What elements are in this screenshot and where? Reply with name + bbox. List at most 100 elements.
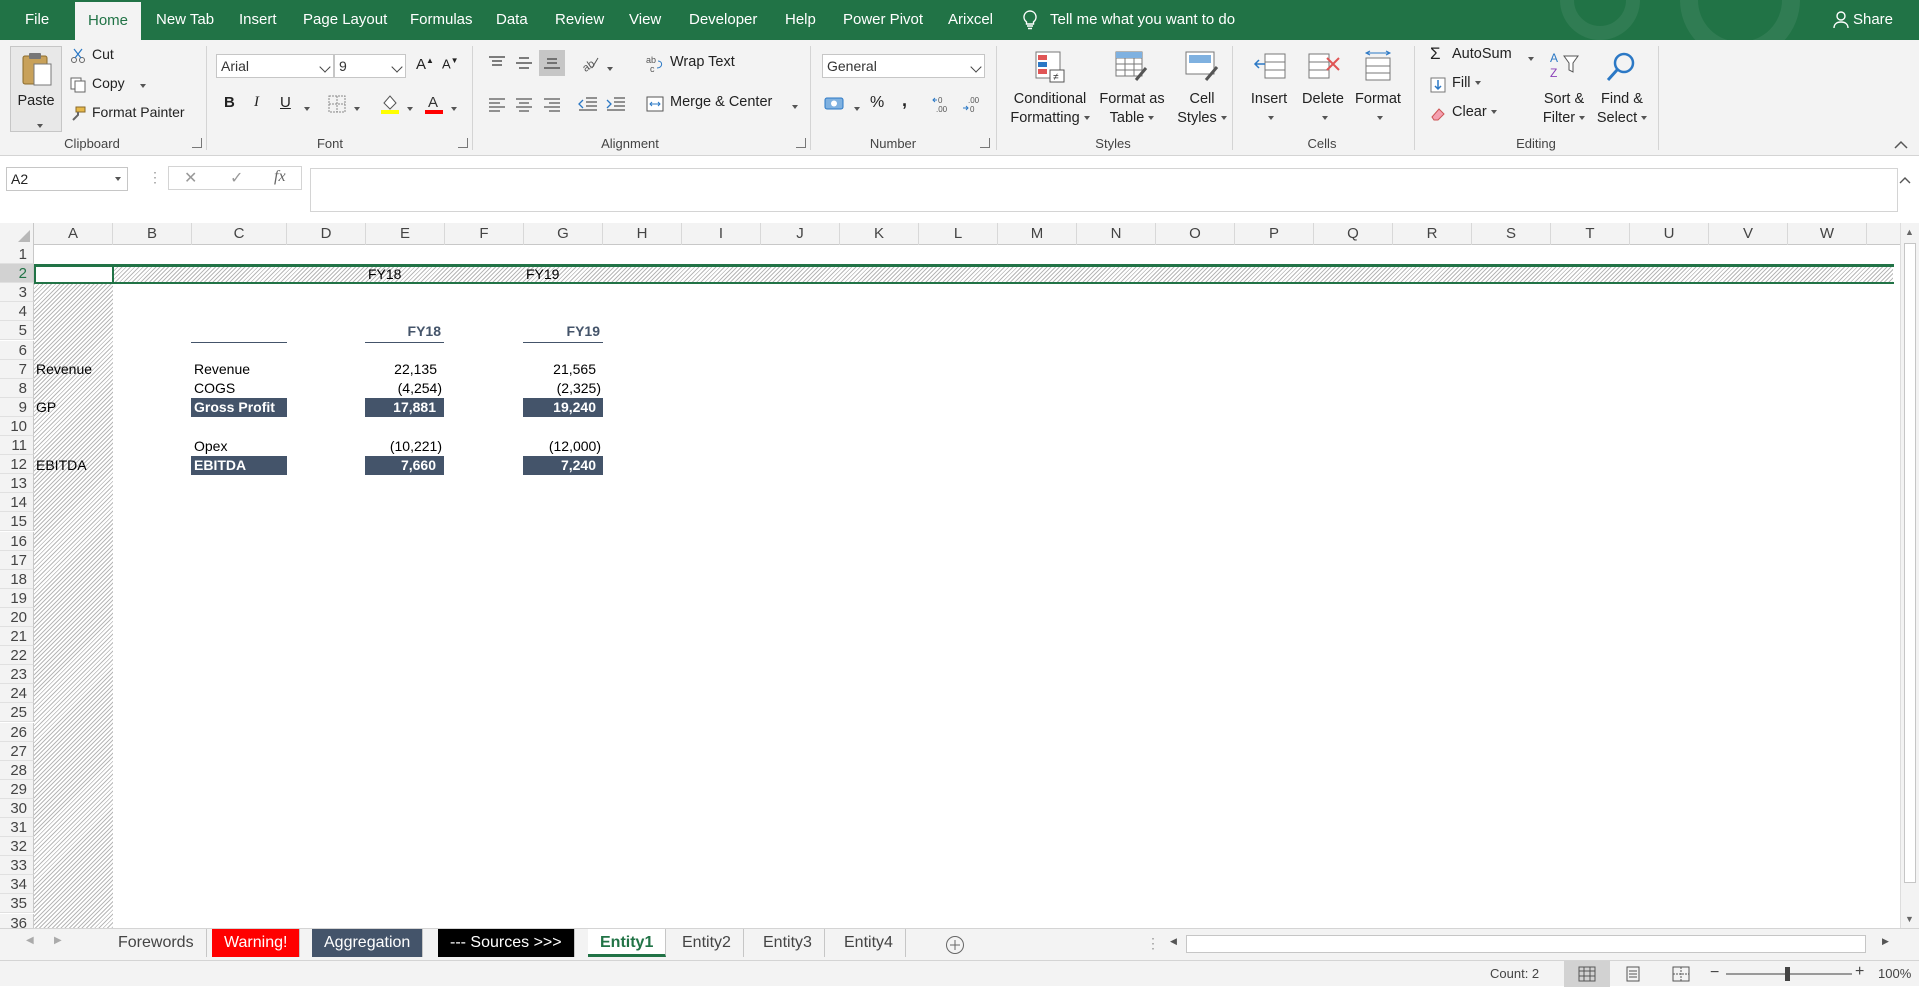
conditional-formatting-button[interactable]: ≠ Conditional Formatting: [1006, 46, 1094, 134]
column-header-k[interactable]: K: [840, 223, 919, 245]
row-header-1[interactable]: 1: [0, 245, 34, 264]
scroll-down-icon[interactable]: ▼: [1905, 914, 1914, 924]
cancel-icon[interactable]: ✕: [184, 168, 197, 188]
alignment-launcher-icon[interactable]: [796, 138, 806, 148]
row-header-9[interactable]: 9: [0, 397, 34, 417]
tab-file[interactable]: File: [12, 0, 62, 40]
underline-dropdown[interactable]: [300, 100, 310, 115]
decrease-decimal-icon[interactable]: .000: [962, 95, 984, 113]
row-header-32[interactable]: 32: [0, 837, 34, 857]
add-sheet-icon[interactable]: [945, 935, 965, 955]
row-header-19[interactable]: 19: [0, 588, 34, 608]
cell-c4[interactable]: [191, 322, 287, 343]
italic-button[interactable]: I: [254, 94, 259, 111]
sheet-tab-entity4[interactable]: Entity4: [832, 929, 906, 957]
cell-c11[interactable]: EBITDA: [191, 456, 287, 475]
find-select-button[interactable]: Find & Select: [1592, 46, 1652, 134]
worksheet-grid[interactable]: ABCDEFGHIJKLMNOPQRSTUVW 1 2 3 4 5 6 7 8 9 10 11 12 1…: [0, 223, 1900, 928]
row-header-14[interactable]: 14: [0, 493, 34, 513]
zoom-level[interactable]: 100%: [1878, 966, 1911, 981]
font-name-dropdown[interactable]: Arial: [216, 54, 334, 78]
cell-e10[interactable]: (10,221): [365, 437, 442, 456]
autosum-button[interactable]: Σ AutoSum: [1430, 44, 1536, 66]
align-middle-icon[interactable]: [515, 56, 533, 70]
column-header-l[interactable]: L: [919, 223, 998, 245]
row-header-25[interactable]: 25: [0, 703, 34, 723]
row-header-2[interactable]: 2: [0, 264, 34, 284]
row-header-8[interactable]: 8: [0, 378, 34, 398]
tab-arixcel[interactable]: Arixcel: [935, 0, 1006, 40]
number-format-dropdown[interactable]: General: [822, 54, 985, 78]
align-right-icon[interactable]: [543, 98, 561, 112]
tab-help[interactable]: Help: [772, 0, 829, 40]
column-header-p[interactable]: P: [1235, 223, 1314, 245]
cell-e11[interactable]: 7,660: [365, 456, 444, 475]
paste-button[interactable]: Paste: [10, 46, 62, 132]
format-as-table-button[interactable]: Format as Table: [1094, 46, 1170, 134]
sort-filter-button[interactable]: AZ Sort & Filter: [1536, 46, 1592, 134]
column-header-w[interactable]: W: [1788, 223, 1867, 245]
font-launcher-icon[interactable]: [458, 138, 468, 148]
horizontal-scrollbar[interactable]: [1186, 935, 1866, 953]
insert-function-icon[interactable]: fx: [274, 168, 286, 186]
cell-g8[interactable]: 19,240: [523, 398, 603, 417]
row-header-21[interactable]: 21: [0, 627, 34, 646]
align-bottom-button[interactable]: [539, 50, 565, 76]
row-header-20[interactable]: 20: [0, 607, 34, 627]
zoom-in-icon[interactable]: +: [1855, 963, 1864, 981]
zoom-out-icon[interactable]: −: [1710, 964, 1719, 982]
fill-button[interactable]: Fill: [1430, 75, 1510, 95]
currency-icon[interactable]: [824, 95, 846, 113]
cell-g7[interactable]: (2,325): [523, 379, 601, 398]
increase-decimal-icon[interactable]: 0.00: [932, 95, 954, 113]
cell-c8[interactable]: Gross Profit: [191, 398, 287, 417]
row-header-36[interactable]: 36: [0, 913, 34, 928]
font-size-dropdown[interactable]: 9: [334, 54, 406, 78]
row-header-34[interactable]: 34: [0, 875, 34, 895]
wrap-text-button[interactable]: ab c Wrap Text: [646, 54, 746, 74]
fill-color-icon[interactable]: [380, 93, 400, 115]
vertical-scroll-thumb[interactable]: [1904, 243, 1916, 883]
row-header-11[interactable]: 11: [0, 436, 34, 455]
next-sheet-icon[interactable]: ▶: [54, 935, 62, 946]
delete-cells-button[interactable]: Delete: [1298, 46, 1348, 134]
sheet-tab-entity3[interactable]: Entity3: [751, 929, 825, 957]
scroll-up-icon[interactable]: ▲: [1905, 227, 1914, 237]
cell-a8[interactable]: GP: [36, 398, 56, 417]
font-color-dropdown[interactable]: [447, 100, 457, 115]
tab-splitter-icon[interactable]: ⋮: [1146, 935, 1160, 952]
cell-c10[interactable]: Opex: [194, 437, 227, 456]
column-header-c[interactable]: C: [192, 223, 287, 245]
row-header-22[interactable]: 22: [0, 646, 34, 666]
orientation-icon[interactable]: ab: [580, 54, 600, 72]
column-header-f[interactable]: F: [445, 223, 524, 245]
number-launcher-icon[interactable]: [980, 138, 990, 148]
column-header-n[interactable]: N: [1077, 223, 1156, 245]
cell-e8[interactable]: 17,881: [365, 398, 444, 417]
column-header-e[interactable]: E: [366, 223, 445, 245]
tab-review[interactable]: Review: [542, 0, 617, 40]
row-header-15[interactable]: 15: [0, 512, 34, 532]
row-header-5[interactable]: 5: [0, 321, 34, 341]
row-header-18[interactable]: 18: [0, 569, 34, 589]
tab-formulas[interactable]: Formulas: [397, 0, 486, 40]
column-header-s[interactable]: S: [1472, 223, 1551, 245]
sheet-tab-warning[interactable]: Warning!: [212, 929, 301, 957]
column-header-u[interactable]: U: [1630, 223, 1709, 245]
column-header-r[interactable]: R: [1393, 223, 1472, 245]
cell-g6[interactable]: 21,565: [523, 360, 596, 379]
prev-sheet-icon[interactable]: ◀: [26, 935, 34, 946]
sheet-tab-aggregation[interactable]: Aggregation: [312, 929, 424, 957]
row-header-23[interactable]: 23: [0, 665, 34, 685]
tab-page-layout[interactable]: Page Layout: [290, 0, 400, 40]
cell-g4[interactable]: FY19: [523, 322, 603, 343]
row-header-24[interactable]: 24: [0, 684, 34, 704]
column-header-h[interactable]: H: [603, 223, 682, 245]
bold-button[interactable]: B: [224, 94, 235, 111]
percent-button[interactable]: %: [870, 94, 884, 112]
name-box[interactable]: A2: [6, 167, 128, 191]
decrease-font-icon[interactable]: A▼: [442, 56, 459, 71]
column-header-d[interactable]: D: [287, 223, 366, 245]
active-cell-a2[interactable]: [34, 265, 114, 284]
row-header-29[interactable]: 29: [0, 779, 34, 799]
